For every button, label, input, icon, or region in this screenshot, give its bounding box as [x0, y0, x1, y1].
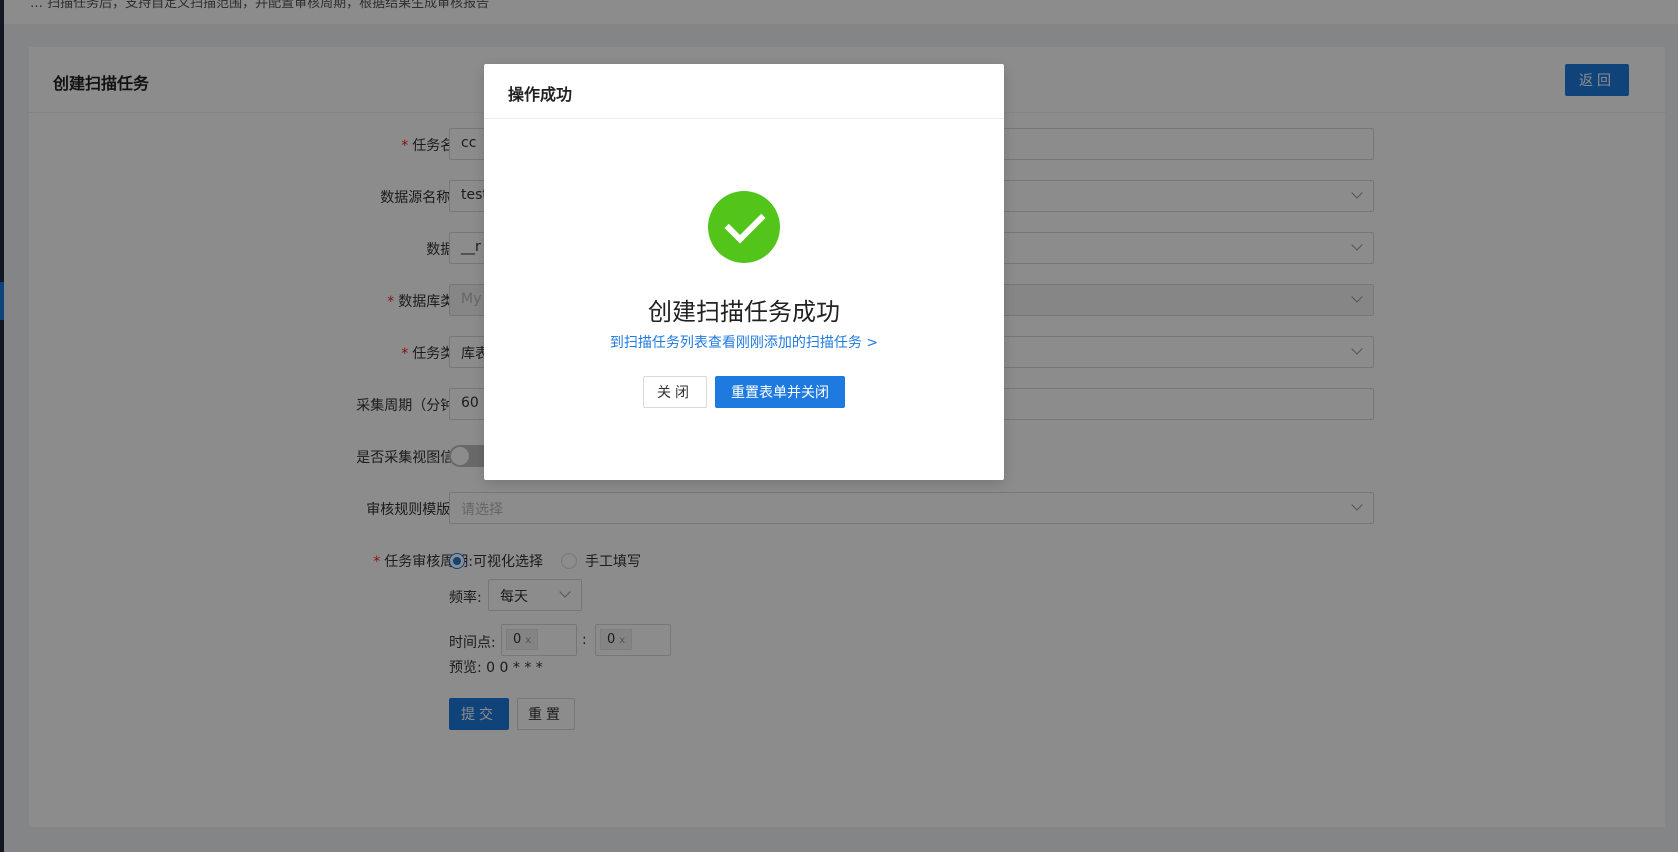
modal-close-button[interactable]: 关闭 — [643, 376, 707, 408]
check-circle-icon — [708, 191, 780, 263]
modal-header: 操作成功 — [484, 64, 1004, 119]
success-modal: 操作成功 创建扫描任务成功 到扫描任务列表查看刚刚添加的扫描任务 > 关闭 重置… — [484, 64, 1004, 480]
reset-and-close-button[interactable]: 重置表单并关闭 — [715, 376, 845, 408]
view-task-list-link[interactable]: 到扫描任务列表查看刚刚添加的扫描任务 > — [484, 332, 1004, 352]
modal-title: 创建扫描任务成功 — [648, 298, 840, 326]
